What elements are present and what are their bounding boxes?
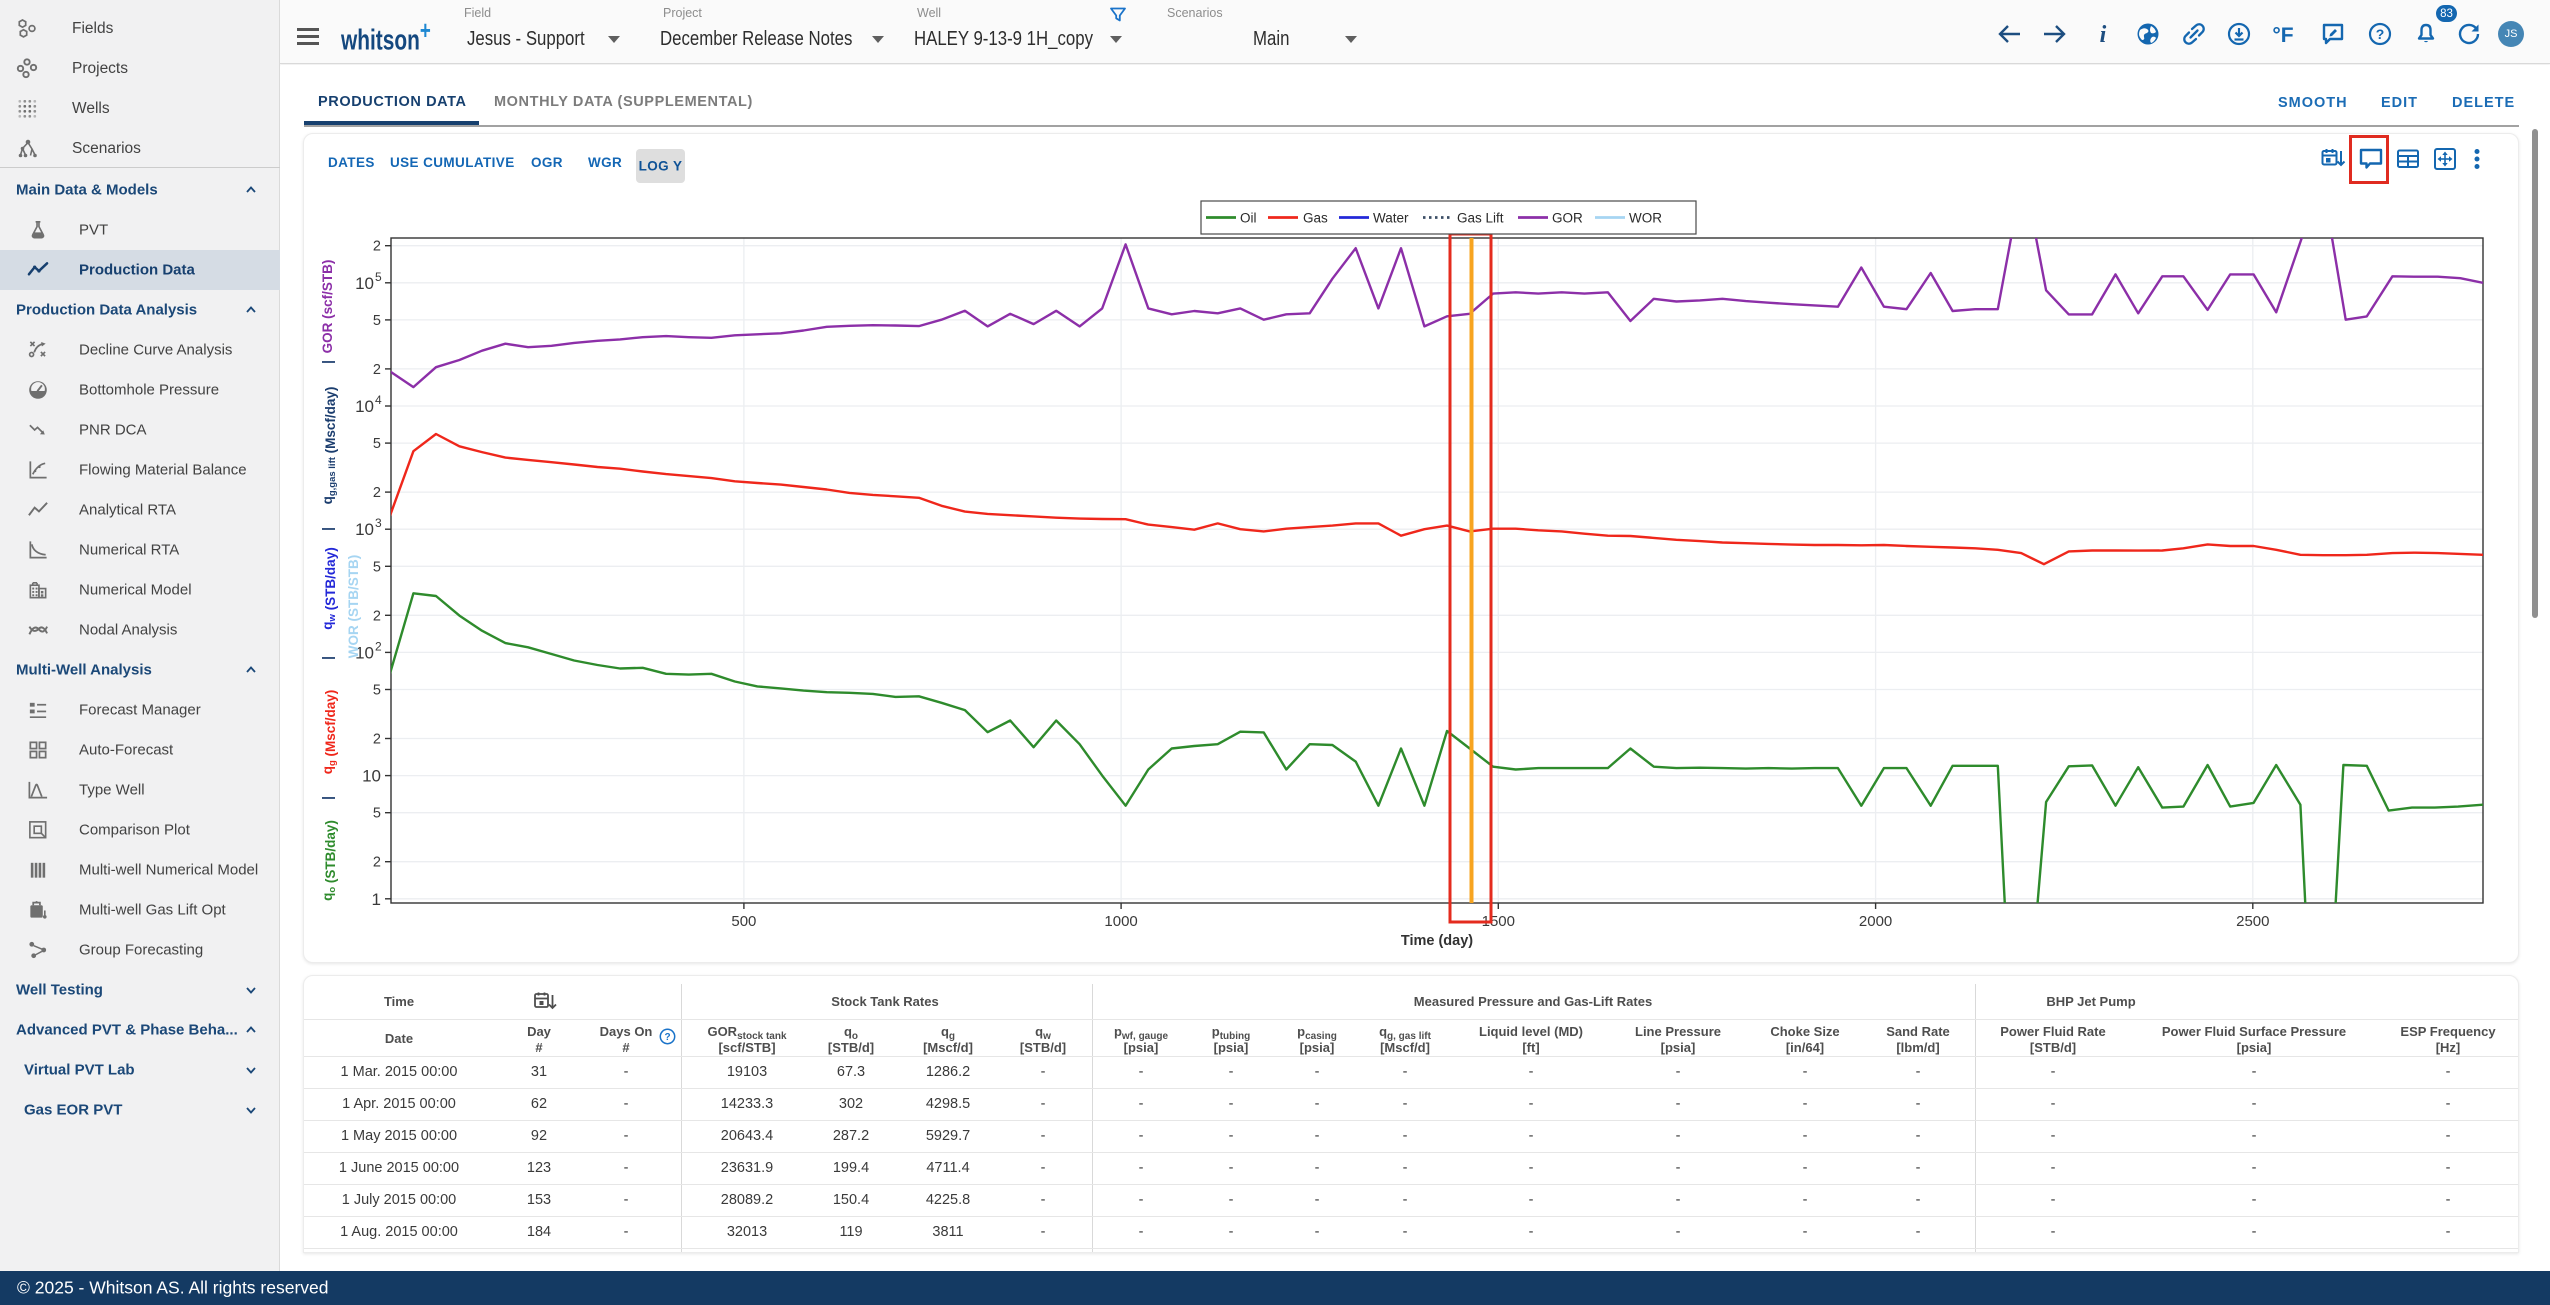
svg-text:5: 5 xyxy=(375,270,382,284)
svg-text:2: 2 xyxy=(373,239,381,255)
svg-text:Time (day): Time (day) xyxy=(1401,933,1473,949)
svg-text:2: 2 xyxy=(373,732,381,748)
svg-text:5: 5 xyxy=(373,559,381,575)
svg-text:1000: 1000 xyxy=(1104,913,1137,930)
svg-text:2: 2 xyxy=(373,362,381,378)
svg-text:5: 5 xyxy=(373,683,381,699)
svg-text:WOR (STB/STB): WOR (STB/STB) xyxy=(346,555,361,659)
svg-text:5: 5 xyxy=(373,806,381,822)
svg-text:2: 2 xyxy=(373,855,381,871)
svg-text:|: | xyxy=(320,360,335,364)
svg-text:GOR: GOR xyxy=(1552,211,1583,226)
svg-text:1: 1 xyxy=(372,890,381,909)
svg-text:3: 3 xyxy=(375,516,382,530)
svg-text:5: 5 xyxy=(373,313,381,329)
svg-text:?: ? xyxy=(664,1032,670,1043)
svg-text:10: 10 xyxy=(355,274,374,293)
svg-text:qg,gas lift (Mscf/day): qg,gas lift (Mscf/day) xyxy=(320,387,338,505)
svg-text:5: 5 xyxy=(373,436,381,452)
svg-text:500: 500 xyxy=(731,913,756,930)
svg-text:qw (STB/day): qw (STB/day) xyxy=(320,547,338,629)
svg-text:10: 10 xyxy=(355,520,374,539)
svg-text:2000: 2000 xyxy=(1859,913,1892,930)
svg-text:10: 10 xyxy=(355,397,374,416)
svg-text:2: 2 xyxy=(375,639,382,653)
svg-text:Oil: Oil xyxy=(1240,211,1257,226)
svg-text:|: | xyxy=(320,656,335,660)
svg-text:Water: Water xyxy=(1373,211,1409,226)
svg-text:10: 10 xyxy=(362,767,381,786)
svg-text:°F: °F xyxy=(2272,24,2293,47)
svg-text:GOR (scf/STB): GOR (scf/STB) xyxy=(320,260,335,354)
svg-text:4: 4 xyxy=(375,393,382,407)
svg-text:i: i xyxy=(2100,22,2107,47)
svg-text:Gas: Gas xyxy=(1303,211,1328,226)
svg-text:|: | xyxy=(320,527,335,531)
svg-text:2: 2 xyxy=(373,485,381,501)
svg-text:2: 2 xyxy=(373,608,381,624)
svg-text:|: | xyxy=(320,796,335,800)
svg-text:?: ? xyxy=(2376,26,2385,42)
svg-text:qo (STB/day): qo (STB/day) xyxy=(320,820,338,901)
svg-text:WOR: WOR xyxy=(1629,211,1662,226)
svg-text:2500: 2500 xyxy=(2236,913,2269,930)
svg-text:Gas Lift: Gas Lift xyxy=(1457,211,1504,226)
svg-text:qg (Mscf/day): qg (Mscf/day) xyxy=(320,690,338,775)
